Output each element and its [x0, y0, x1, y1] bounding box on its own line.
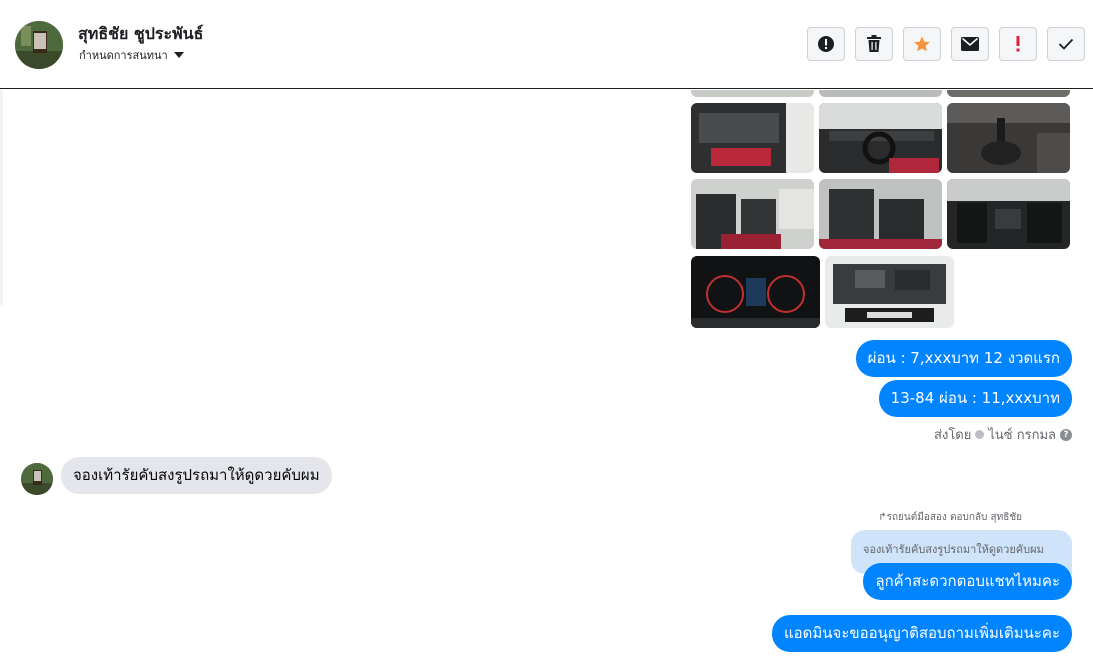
car-photo-thumbnail[interactable] [691, 256, 820, 328]
contact-avatar[interactable] [15, 21, 63, 69]
star-icon [914, 36, 930, 52]
exclamation-circle-icon [818, 36, 834, 52]
car-photo-thumbnail[interactable] [947, 179, 1070, 249]
assign-label: กำหนดการสนทนา [79, 49, 168, 62]
conversation-header: สุทธิชัย ชูประพันธ์ กำหนดการสนทนา [0, 0, 1093, 89]
car-photo-thumbnail[interactable] [819, 103, 942, 173]
incoming-message[interactable]: จองเท้ารัยคับสงรูปรถมาให้ดูดวยคับผม [61, 457, 332, 494]
reply-label-text: รถยนต์มือสอง ตอบกลับ สุทธิชัย [886, 512, 1022, 523]
reply-indicator: ↱รถยนต์มือสอง ตอบกลับ สุทธิชัย [878, 510, 1022, 525]
sender-name: ไนซ์ กรกมล [988, 428, 1056, 443]
car-photo-thumbnail[interactable] [825, 256, 954, 328]
contact-avatar-small[interactable] [21, 463, 53, 495]
follow-up-button[interactable] [903, 27, 941, 61]
outgoing-message[interactable]: แอดมินจะขออนุญาติสอบถามเพิ่มเติมนะคะ [771, 615, 1072, 652]
important-icon [1016, 36, 1020, 52]
caret-down-icon [173, 52, 184, 58]
outgoing-message[interactable]: ผ่อน : 7,xxxบาท 12 งวดแรก [855, 340, 1072, 377]
help-icon[interactable]: ? [1060, 428, 1072, 441]
sender-status-icon [975, 430, 985, 439]
checkmark-icon [1058, 38, 1074, 50]
left-edge-divider [0, 90, 3, 305]
mark-unread-button[interactable] [951, 27, 989, 61]
assign-conversation-dropdown[interactable]: กำหนดการสนทนา [79, 46, 184, 64]
sent-by-info: ส่งโดย ไนซ์ กรกมล ? [934, 424, 1072, 445]
car-photo-thumbnail[interactable] [691, 179, 814, 249]
car-photo-thumbnail[interactable] [691, 103, 814, 173]
trash-icon [867, 35, 881, 52]
delete-button[interactable] [855, 27, 893, 61]
mark-important-button[interactable] [999, 27, 1037, 61]
car-photo-thumbnail[interactable] [947, 103, 1070, 173]
car-photo-thumbnail[interactable] [691, 90, 814, 97]
contact-name[interactable]: สุทธิชัย ชูประพันธ์ [78, 22, 203, 47]
reply-arrow-icon: ↱ [878, 512, 887, 523]
outgoing-message[interactable]: ลูกค้าสะดวกตอบแชทไหมคะ [863, 563, 1072, 600]
car-photo-thumbnail[interactable] [819, 90, 942, 97]
sent-by-label: ส่งโดย [934, 428, 972, 443]
mark-done-button[interactable] [1047, 27, 1085, 61]
spam-button[interactable] [807, 27, 845, 61]
envelope-icon [961, 37, 979, 51]
car-photo-thumbnail[interactable] [947, 90, 1070, 97]
outgoing-message[interactable]: 13-84 ผ่อน : 11,xxxบาท [878, 380, 1072, 417]
car-photo-thumbnail[interactable] [819, 179, 942, 249]
